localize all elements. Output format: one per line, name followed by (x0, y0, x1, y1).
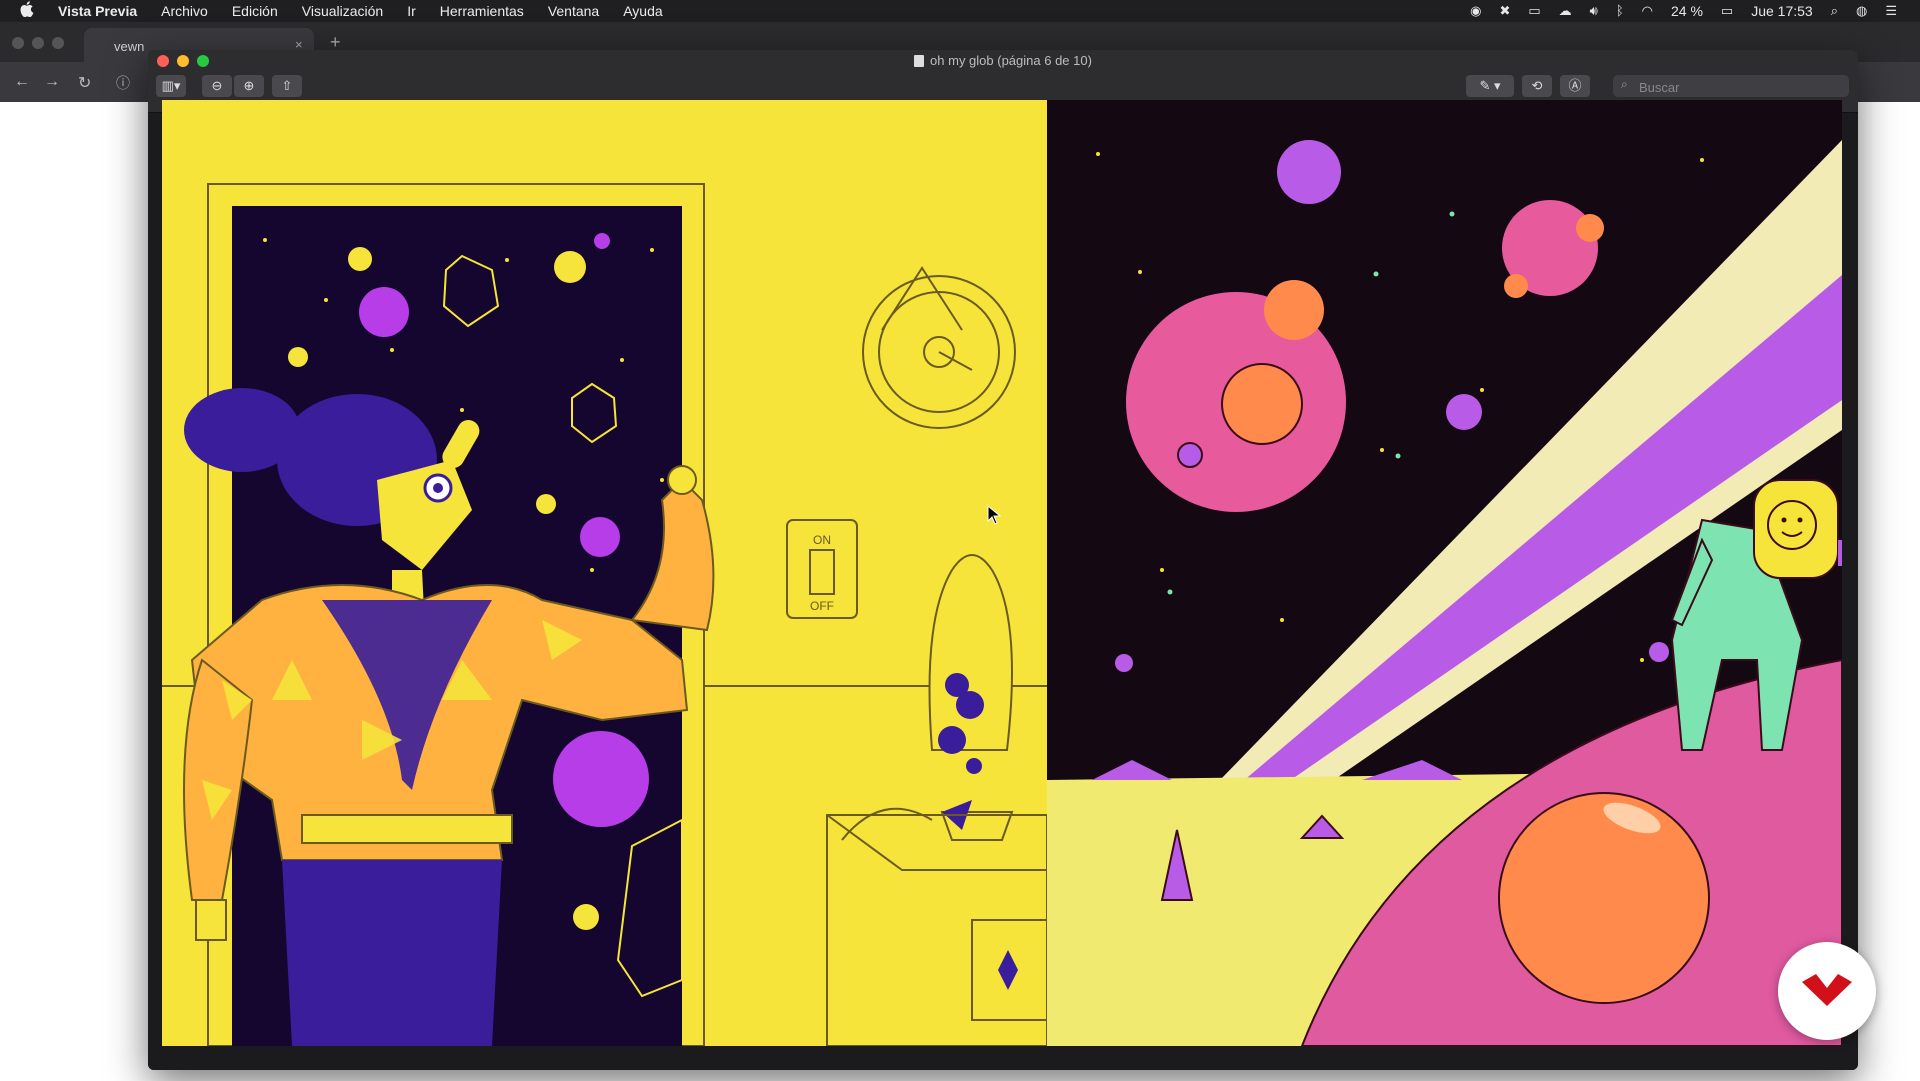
apple-menu-icon[interactable] (0, 1, 46, 21)
browser-tab-title: vewn (114, 39, 145, 54)
menu-edicion[interactable]: Edición (220, 0, 290, 22)
menu-archivo[interactable]: Archivo (149, 0, 220, 22)
siri-icon[interactable]: ◍ (1847, 0, 1876, 22)
zoom-in-button[interactable]: ⊕ (234, 75, 264, 97)
back-arrow-icon[interactable]: ← (14, 73, 30, 91)
annotate-button[interactable]: Ⓐ (1560, 75, 1590, 97)
spotlight-search-icon[interactable]: ⌕ (1822, 0, 1847, 22)
menu-herramientas[interactable]: Herramientas (428, 0, 536, 22)
right-panel-space (1047, 100, 1842, 1046)
menu-ventana[interactable]: Ventana (536, 0, 611, 22)
battery-percentage: 24 % (1671, 3, 1703, 19)
info-icon[interactable]: ⓘ (116, 73, 130, 93)
volume-icon[interactable]: 🔊︎ (1581, 0, 1607, 22)
sidebar-toggle-button[interactable]: ▥▾ (156, 75, 186, 97)
illustration-page: ON OFF (162, 100, 1842, 1046)
window-title-text: oh my glob (página 6 de 10) (930, 53, 1092, 68)
browser-close-dot[interactable] (12, 37, 24, 49)
screen-record-icon[interactable]: ◉ (1461, 0, 1490, 22)
rotate-button[interactable]: ⟲ (1522, 75, 1552, 97)
share-button[interactable]: ⇧ (272, 75, 302, 97)
app-status-icon[interactable]: ✖ (1490, 0, 1519, 22)
markup-pen-button[interactable]: ✎ ▾ (1466, 75, 1514, 97)
menu-ayuda[interactable]: Ayuda (611, 0, 674, 22)
wifi-icon[interactable]: ◠ (1633, 0, 1662, 22)
menu-ir[interactable]: Ir (395, 0, 428, 22)
left-panel-room: ON OFF (162, 100, 1048, 1046)
search-field[interactable]: ⌕ (1613, 75, 1849, 97)
menu-bar: Vista Previa Archivo Edición Visualizaci… (0, 0, 1920, 22)
bluetooth-icon[interactable]: ᛒ (1607, 0, 1633, 22)
display-icon[interactable]: ▭ (1519, 0, 1549, 22)
window-title: oh my glob (página 6 de 10) (148, 53, 1858, 68)
switch-on-label: ON (813, 533, 831, 547)
forward-arrow-icon[interactable]: → (44, 73, 60, 91)
zoom-out-button[interactable]: ⊖ (202, 75, 232, 97)
search-icon: ⌕ (1621, 77, 1628, 91)
reload-icon[interactable]: ↻ (78, 73, 91, 93)
battery-icon[interactable]: ▭ (1712, 0, 1742, 22)
browser-window-controls (12, 37, 64, 49)
browser-minimize-dot[interactable] (32, 37, 44, 49)
floating-logo-button[interactable] (1778, 942, 1876, 1040)
document-icon (914, 55, 925, 67)
browser-zoom-dot[interactable] (52, 37, 64, 49)
red-heart-logo-icon (1802, 974, 1852, 1006)
notification-center-icon[interactable]: ☰ (1876, 0, 1906, 22)
menu-app-name[interactable]: Vista Previa (46, 0, 149, 22)
cloud-sync-icon[interactable]: ☁ (1550, 0, 1581, 22)
mouse-pointer-icon (987, 505, 1001, 525)
preview-window: oh my glob (página 6 de 10) ▥▾ ⊖ ⊕ ⇧ ✎ ▾… (148, 50, 1858, 1070)
menu-visualizacion[interactable]: Visualización (290, 0, 395, 22)
switch-off-label: OFF (810, 599, 834, 613)
menubar-clock[interactable]: Jue 17:53 (1742, 0, 1822, 22)
search-input[interactable] (1637, 77, 1841, 97)
